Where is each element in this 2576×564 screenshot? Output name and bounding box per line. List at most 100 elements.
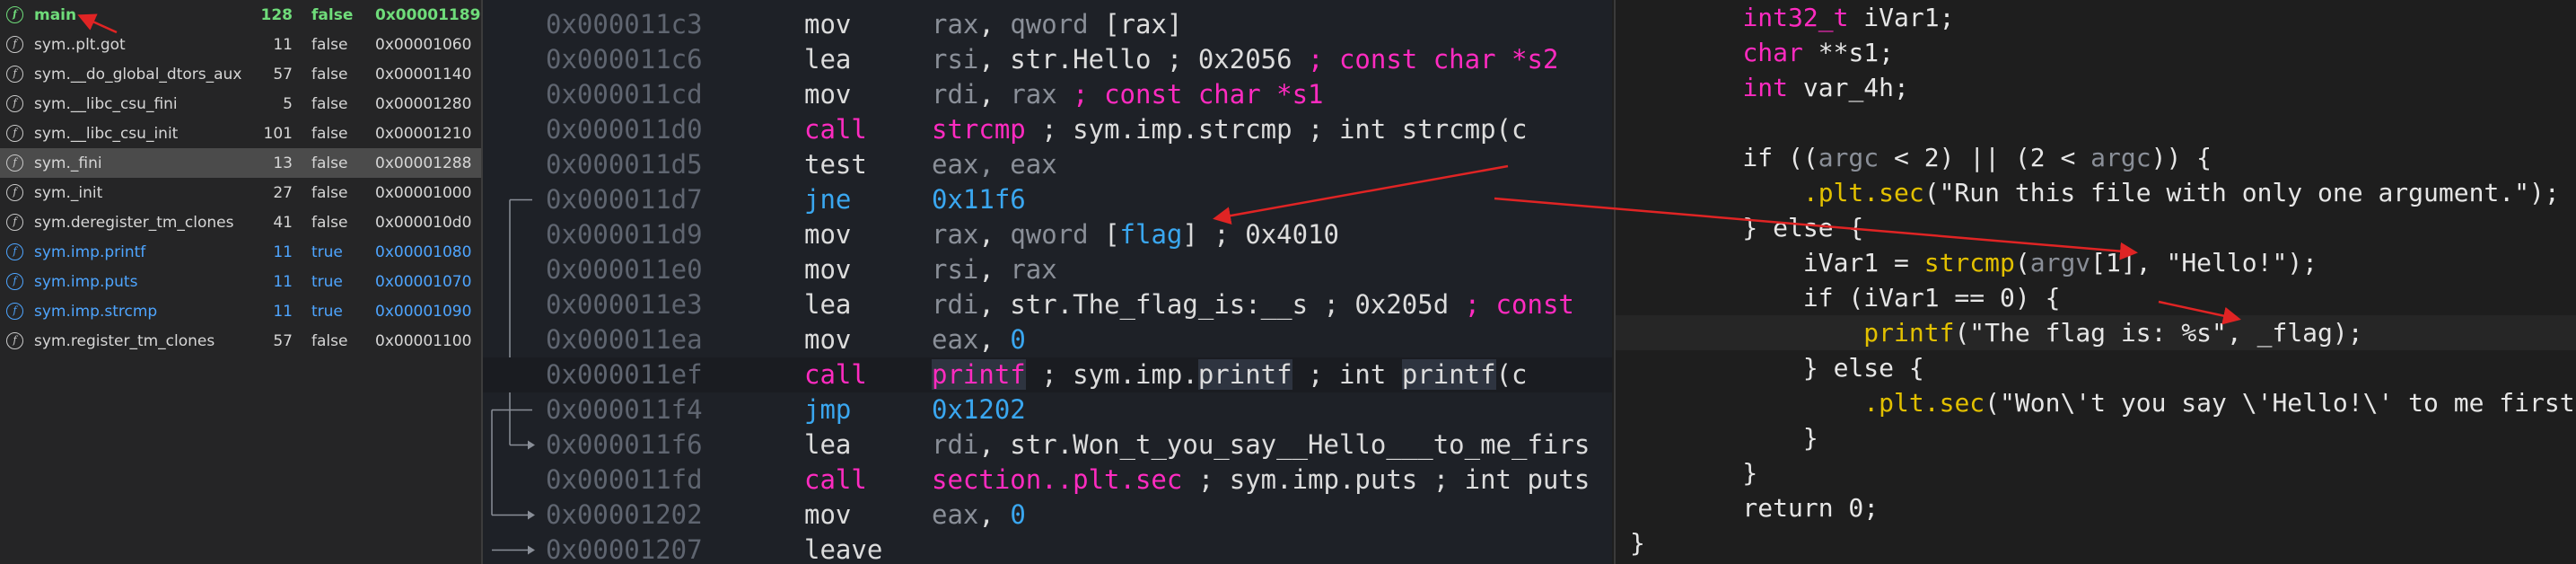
code-token: .plt.sec (1863, 388, 1985, 418)
operand-token: ; int (1292, 359, 1402, 390)
instruction-mnemonic: mov (804, 79, 852, 110)
instruction-address: 0x000011e3 (546, 289, 703, 320)
function-list-panel: f main 128 false 0x00001189 f sym..plt.got 11 fa… (0, 0, 483, 564)
operand-token: section..plt.sec (932, 464, 1183, 495)
disasm-row[interactable]: 0x00001202 mov eax, 0 (483, 498, 1612, 533)
function-size: 101 (263, 124, 293, 143)
operand-token: rdi (932, 289, 979, 320)
function-name: sym.imp.printf (34, 242, 146, 261)
disasm-row[interactable]: 0x000011d7 jne 0x11f6 (483, 182, 1612, 217)
disasm-row[interactable]: 0x000011d9 mov rax, qword [flag] ; 0x4010 (483, 217, 1612, 252)
function-address: 0x00001140 (375, 65, 472, 84)
function-address: 0x00001100 (375, 331, 472, 350)
decompiled-line[interactable]: .plt.sec("Run this file with only one ar… (1616, 175, 2576, 210)
disasm-row[interactable]: 0x000011fd call section..plt.sec ; sym.imp… (483, 463, 1612, 498)
decompiled-line[interactable]: } (1616, 455, 2576, 490)
disasm-row[interactable]: 0x000011cd mov rdi, rax ; const char *s1 (483, 77, 1612, 112)
instruction-operands: eax, eax (932, 147, 1057, 182)
disasm-row[interactable]: 0x000011e3 lea rdi, str.The_flag_is:__s ; … (483, 287, 1612, 322)
code-token: } (1682, 423, 1818, 453)
function-imported-flag: true (311, 302, 343, 321)
operand-token: (c (1495, 359, 1528, 390)
function-size: 13 (273, 154, 293, 172)
function-size: 11 (273, 242, 293, 261)
function-imported-flag: true (311, 272, 343, 291)
function-row[interactable]: f sym.register_tm_clones 57 false 0x00001100 (0, 326, 481, 356)
instruction-address: 0x000011f6 (546, 429, 703, 460)
function-icon: f (6, 214, 23, 231)
operand-token: printf (1197, 359, 1292, 390)
decompiled-line[interactable]: int var_4h; (1616, 70, 2576, 105)
disasm-row[interactable]: 0x000011ef call printf ; sym.imp.printf ; … (483, 357, 1612, 392)
operand-token: 0x11f6 (932, 184, 1026, 215)
disasm-row[interactable]: 0x000011f6 lea rdi, str.Won_t_you_say__Hel… (483, 427, 1612, 463)
function-row[interactable]: f sym..plt.got 11 false 0x00001060 (0, 30, 481, 59)
operand-token: rax (932, 219, 979, 250)
disasm-row[interactable]: 0x000011d0 call strcmp ; sym.imp.strcmp ; … (483, 112, 1612, 147)
decompiled-line[interactable]: .plt.sec("Won\'t you say \'Hello!\' to m… (1616, 385, 2576, 420)
operand-token: 0 (1010, 499, 1026, 530)
instruction-mnemonic: mov (804, 324, 852, 355)
function-imported-flag: false (311, 154, 348, 172)
code-text: char **s1; (1682, 35, 1894, 70)
decompiled-line[interactable]: } else { (1616, 350, 2576, 385)
function-size: 57 (273, 331, 293, 350)
operand-token: rax (932, 9, 979, 40)
code-text: int var_4h; (1682, 70, 1908, 105)
function-address: 0x00001280 (375, 94, 472, 113)
decompiled-line[interactable]: if (iVar1 == 0) { (1616, 280, 2576, 315)
operand-token: ; const char *s2 (1308, 44, 1559, 75)
code-token: iVar1 = (1682, 248, 1924, 278)
decompiled-line[interactable]: int32_t iVar1; (1616, 0, 2576, 35)
function-row[interactable]: f sym.__libc_csu_init 101 false 0x00001210 (0, 119, 481, 148)
function-row[interactable]: f sym.deregister_tm_clones 41 false 0x000010… (0, 207, 481, 237)
instruction-address: 0x000011ef (546, 359, 703, 390)
decompiled-line[interactable]: printf("The flag is: %s", _flag); (1616, 315, 2576, 350)
function-row[interactable]: f sym.__libc_csu_fini 5 false 0x00001280 (0, 89, 481, 119)
disasm-row[interactable]: 0x000011c6 lea rsi, str.Hello ; 0x2056 ; c… (483, 42, 1612, 77)
disasm-row[interactable]: 0x000011c3 mov rax, qword [rax] (483, 7, 1612, 42)
function-size: 11 (273, 35, 293, 54)
code-token: if (( (1682, 143, 1818, 172)
instruction-operands: eax, 0 (932, 498, 1026, 533)
function-row[interactable]: f sym._init 27 false 0x00001000 (0, 178, 481, 207)
function-row[interactable]: f sym._fini 13 false 0x00001288 (0, 148, 481, 178)
function-row[interactable]: f sym.imp.printf 11 true 0x00001080 (0, 237, 481, 267)
instruction-operands: rdi, str.The_flag_is:__s ; 0x205d ; cons… (932, 287, 1574, 322)
function-row[interactable]: f sym.imp.strcmp 11 true 0x00001090 (0, 296, 481, 326)
decompiled-line[interactable]: } (1616, 525, 2576, 560)
instruction-address: 0x000011ea (546, 324, 703, 355)
operand-token: rsi (932, 254, 979, 285)
operand-token: , str.Hello ; 0x2056 (978, 44, 1309, 75)
function-size: 57 (273, 65, 293, 84)
disasm-row[interactable]: 0x000011e0 mov rsi, rax (483, 252, 1612, 287)
instruction-mnemonic: lea (804, 44, 852, 75)
decompiled-line[interactable]: if ((argc < 2) || (2 < argc)) { (1616, 140, 2576, 175)
function-row[interactable]: f sym.__do_global_dtors_aux 57 false 0x00001… (0, 59, 481, 89)
instruction-address: 0x000011fd (546, 464, 703, 495)
operand-token: eax, eax (932, 149, 1057, 180)
disasm-row[interactable]: 0x000011d5 test eax, eax (483, 147, 1612, 182)
decompiler-panel: int32_t iVar1; char **s1; int var_4h; if… (1614, 0, 2576, 564)
decompiled-line[interactable]: char **s1; (1616, 35, 2576, 70)
code-token: printf (1863, 318, 1955, 348)
decompiled-line[interactable]: } (1616, 420, 2576, 455)
decompiled-line[interactable] (1616, 105, 2576, 140)
code-token: [1], "Hello!"); (2090, 248, 2318, 278)
disasm-row[interactable]: 0x00001207 leave (483, 533, 1612, 564)
decompiled-line[interactable]: return 0; (1616, 490, 2576, 525)
disasm-row[interactable]: 0x000011f4 jmp 0x1202 (483, 392, 1612, 427)
decompiled-line[interactable]: } else { (1616, 210, 2576, 245)
instruction-mnemonic: mov (804, 254, 852, 285)
code-token: < 2) || (2 < (1879, 143, 2091, 172)
code-token: } else { (1682, 213, 1864, 242)
instruction-address: 0x000011cd (546, 79, 703, 110)
operand-token: strcmp (932, 114, 1026, 145)
disasm-row[interactable]: 0x000011ea mov eax, 0 (483, 322, 1612, 357)
function-row[interactable]: f sym.imp.puts 11 true 0x00001070 (0, 267, 481, 296)
function-row[interactable]: f main 128 false 0x00001189 (0, 0, 481, 30)
decompiled-line[interactable]: iVar1 = strcmp(argv[1], "Hello!"); (1616, 245, 2576, 280)
code-token: argc (1818, 143, 1879, 172)
